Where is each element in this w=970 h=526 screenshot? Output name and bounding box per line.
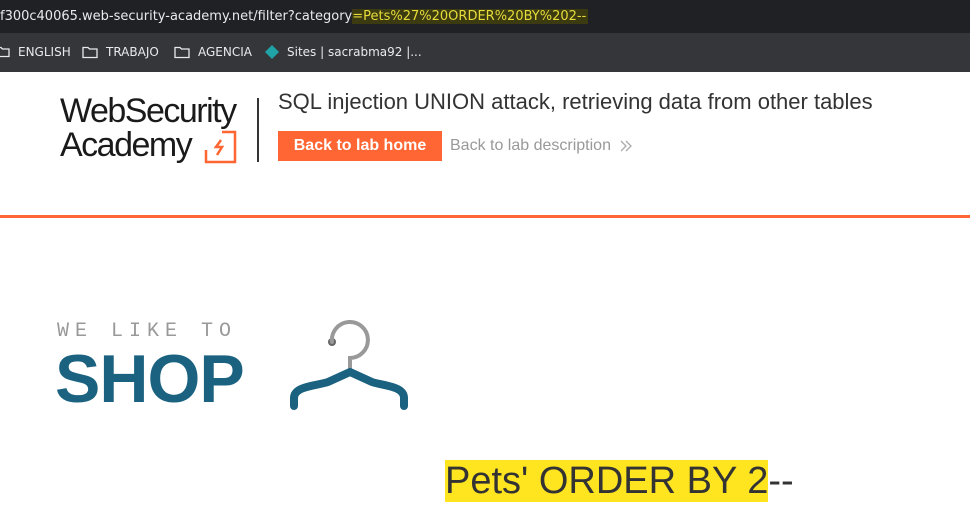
double-chevron-right-icon [620, 140, 632, 152]
lab-title: SQL injection UNION attack, retrieving d… [278, 89, 873, 114]
url-base: f300c40065.web-security-academy.net/filt… [0, 9, 353, 24]
folder-icon [174, 46, 190, 58]
bookmark-label: ENGLISH [18, 45, 71, 59]
bookmark-agencia[interactable]: AGENCIA [174, 45, 252, 59]
folder-icon [82, 46, 98, 58]
bookmark-label: TRABAJO [106, 45, 159, 59]
back-to-lab-description-link[interactable]: Back to lab description [450, 137, 633, 155]
bookmark-sites[interactable]: Sites | sacrabma92 |... [265, 45, 422, 59]
shop-tagline: WE LIKE TO [57, 320, 238, 343]
academy-lightning-icon [204, 130, 237, 164]
back-to-lab-home-button[interactable]: Back to lab home [278, 131, 442, 161]
logo-line-2: Academy [60, 126, 193, 164]
logo-divider [257, 98, 259, 162]
logo-line-1: WebSecurity [60, 92, 237, 130]
category-rest-text: -- [768, 460, 794, 502]
folder-icon [0, 46, 10, 58]
url-text[interactable]: f300c40065.web-security-academy.net/filt… [0, 9, 589, 24]
bookmark-label: Sites | sacrabma92 |... [287, 45, 422, 59]
bookmark-trabajo[interactable]: TRABAJO [82, 45, 159, 59]
category-heading: Pets' ORDER BY 2-- [445, 460, 794, 503]
bookmark-label: AGENCIA [198, 45, 252, 59]
hanger-icon [290, 320, 408, 410]
back-to-lab-description-label: Back to lab description [450, 137, 611, 154]
shop-name: SHOP [55, 341, 245, 417]
header-divider [0, 215, 970, 218]
url-query-highlight: =Pets%27%20ORDER%20BY%202-- [352, 9, 589, 24]
bookmark-english[interactable]: ENGLISH [0, 45, 71, 59]
address-bar[interactable]: f300c40065.web-security-academy.net/filt… [0, 0, 970, 33]
bookmarks-bar: ENGLISH TRABAJO AGENCIA Sites | sacrabma… [0, 33, 970, 72]
back-to-lab-home-label: Back to lab home [293, 137, 427, 154]
category-highlighted-text: Pets' ORDER BY 2 [445, 460, 769, 502]
sites-diamond-icon [265, 45, 279, 59]
web-security-academy-logo[interactable]: WebSecurity Academy [60, 94, 260, 166]
